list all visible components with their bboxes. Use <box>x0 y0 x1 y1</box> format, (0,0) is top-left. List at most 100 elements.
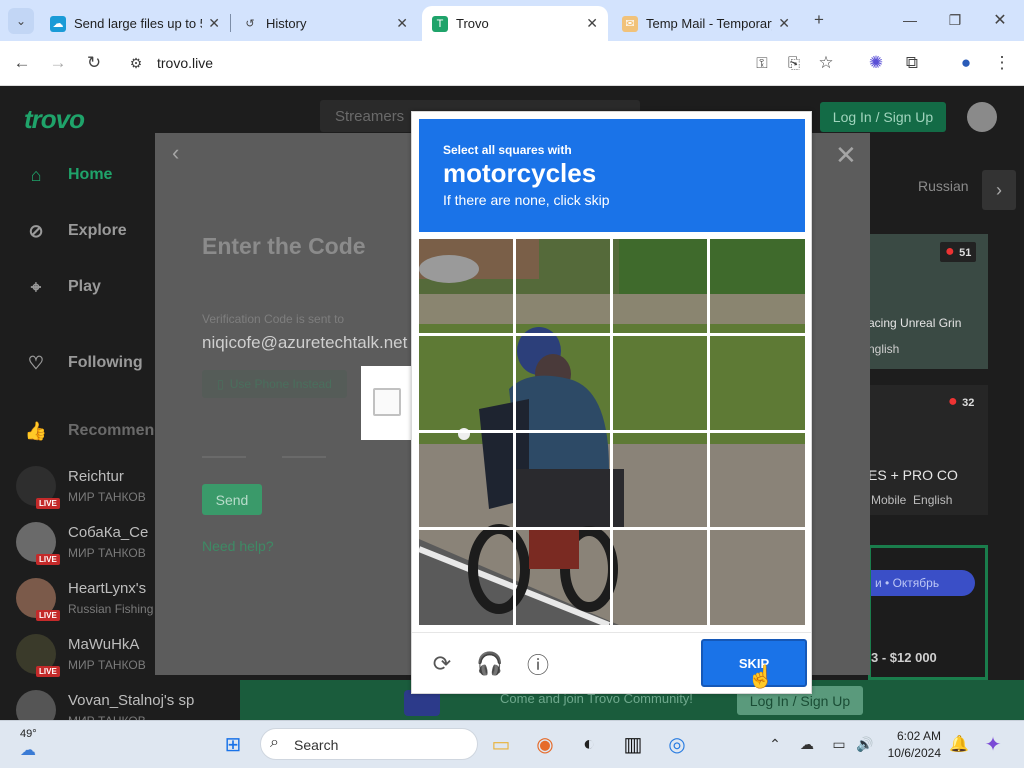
captcha-tile[interactable] <box>613 530 707 624</box>
back-icon[interactable]: ← <box>10 51 34 75</box>
live-badge: LIVE <box>36 610 60 621</box>
captcha-tile[interactable] <box>710 239 804 333</box>
captcha-tile[interactable] <box>419 239 513 333</box>
captcha-tile[interactable] <box>710 530 804 624</box>
key-icon[interactable]: ⚿ <box>750 51 774 75</box>
verification-email: niqicofe@azuretechtalk.net <box>202 333 408 352</box>
headphones-icon[interactable]: 🎧 <box>476 650 504 678</box>
taskbar-search[interactable] <box>260 728 478 760</box>
captcha-tile[interactable] <box>516 530 610 624</box>
language-tab-russian[interactable]: Russian <box>918 178 969 194</box>
clock-time[interactable]: 6:02 AM <box>893 729 941 743</box>
avatar[interactable] <box>967 102 997 132</box>
weather-icon[interactable]: ☁ <box>20 740 36 760</box>
app-icon[interactable]: ◐ <box>574 729 604 759</box>
code-digit-underline[interactable] <box>202 456 246 458</box>
cloud-offline-icon[interactable]: ☁ <box>792 729 822 759</box>
captcha-tile[interactable] <box>516 239 610 333</box>
nav-play[interactable]: ⌖ Play <box>24 272 101 302</box>
stream-card[interactable]: ● 32 ES + PRO CO Mobile English <box>868 385 988 515</box>
nav-home[interactable]: ⌂ Home <box>24 160 113 190</box>
channel-category: Russian Fishing <box>68 602 154 616</box>
tab-divider <box>230 14 231 32</box>
clock-date[interactable]: 10/6/2024 <box>885 746 941 760</box>
code-digit-underline[interactable] <box>282 456 326 458</box>
login-button[interactable]: Log In / Sign Up <box>820 102 946 132</box>
divider <box>412 632 811 633</box>
captcha-tile[interactable] <box>419 433 513 527</box>
captcha-tile[interactable] <box>419 530 513 624</box>
captcha-tile[interactable] <box>613 239 707 333</box>
promo-range: 3 - $12 000 <box>871 650 937 665</box>
close-icon[interactable]: ✕ <box>586 15 598 32</box>
install-icon[interactable]: ⎘ <box>782 51 806 75</box>
stream-card[interactable]: ● 51 acing Unreal Grin nglish <box>868 234 988 369</box>
viewer-count: ● 32 <box>948 393 974 411</box>
trovo-logo[interactable]: trovo <box>24 104 85 135</box>
captcha-tile[interactable] <box>419 336 513 430</box>
forward-icon[interactable]: → <box>46 51 70 75</box>
captcha-tile[interactable] <box>613 336 707 430</box>
viewers: 32 <box>962 397 975 409</box>
send-button[interactable]: Send <box>202 484 262 515</box>
close-icon[interactable]: ✕ <box>835 140 857 171</box>
card-language: nglish <box>868 342 900 356</box>
star-icon[interactable]: ☆ <box>814 51 838 75</box>
new-tab-icon[interactable]: + <box>807 8 831 32</box>
extension-gear-icon[interactable]: ✺ <box>864 51 888 75</box>
live-dot-icon: ● <box>948 393 963 410</box>
url-text[interactable]: trovo.live <box>157 55 213 71</box>
tab-title: Temp Mail - Temporary <box>646 16 773 31</box>
weather-temp[interactable]: 49° <box>20 728 37 740</box>
chevron-up-icon[interactable]: ⌃ <box>760 729 790 759</box>
refresh-icon[interactable]: ⟳ <box>428 650 456 678</box>
location-icon: ⌖ <box>30 276 42 297</box>
captcha-checkbox[interactable] <box>373 388 401 416</box>
tab-history[interactable]: ↺ History ✕ <box>232 6 418 41</box>
captcha-tile[interactable] <box>516 433 610 527</box>
nav-explore[interactable]: ⊘ Explore <box>24 216 127 246</box>
copilot-icon[interactable]: ✦ <box>978 729 1008 759</box>
chrome-icon[interactable]: ◎ <box>662 729 692 759</box>
file-explorer-icon[interactable]: ▭ <box>486 729 516 759</box>
profile-icon[interactable]: ● <box>954 51 978 75</box>
close-icon[interactable]: ✕ <box>208 15 220 32</box>
menu-icon[interactable]: ⋮ <box>990 51 1014 75</box>
captcha-tile[interactable] <box>710 336 804 430</box>
tab-trovo[interactable]: T Trovo ✕ <box>422 6 608 41</box>
captcha-tile[interactable] <box>710 433 804 527</box>
audio-app-icon[interactable]: ▥ <box>618 729 648 759</box>
extensions-icon[interactable]: ⧉ <box>900 51 924 75</box>
close-icon[interactable]: ✕ <box>396 15 408 32</box>
tab-send-files[interactable]: ☁ Send large files up to 5 ✕ <box>40 6 230 41</box>
live-dot-icon: ● <box>945 243 960 260</box>
site-info-icon[interactable]: ⚙ <box>124 51 148 75</box>
use-phone-button[interactable]: ▯ Use Phone Instead <box>202 370 347 398</box>
restore-icon[interactable]: ❐ <box>943 8 967 32</box>
reload-icon[interactable]: ↻ <box>82 51 106 75</box>
viewer-count: ● 51 <box>940 242 977 262</box>
back-arrow-icon[interactable]: ‹ <box>172 140 179 166</box>
channel-category: МИР ТАНКОВ <box>68 490 146 504</box>
mail-icon: ✉ <box>622 15 638 32</box>
captcha-tile[interactable] <box>613 433 707 527</box>
close-window-icon[interactable]: ✕ <box>988 8 1012 32</box>
tab-search-icon[interactable]: ⌄ <box>8 8 34 34</box>
address-bar[interactable] <box>118 47 858 80</box>
channel-category: МИР ТАНКОВ <box>68 546 146 560</box>
nav-label: Explore <box>68 222 127 239</box>
need-help-link[interactable]: Need help? <box>202 538 274 554</box>
captcha-tile[interactable] <box>516 336 610 430</box>
volume-icon[interactable]: 🔊 <box>850 729 880 759</box>
start-icon[interactable]: ⊞ <box>218 729 248 759</box>
promo-card[interactable]: и • Октябрь 3 - $12 000 <box>868 545 988 680</box>
nav-following[interactable]: ♡ Following <box>24 348 143 378</box>
chevron-right-icon[interactable]: › <box>982 170 1016 210</box>
minimize-icon[interactable]: — <box>898 8 922 32</box>
compass-icon: ⊘ <box>28 220 44 241</box>
bell-icon[interactable]: 🔔 <box>944 729 974 759</box>
close-icon[interactable]: ✕ <box>778 15 790 32</box>
tab-temp-mail[interactable]: ✉ Temp Mail - Temporary ✕ <box>612 6 800 41</box>
info-icon[interactable]: ⓘ <box>524 650 552 678</box>
firefox-icon[interactable]: ◉ <box>530 729 560 759</box>
